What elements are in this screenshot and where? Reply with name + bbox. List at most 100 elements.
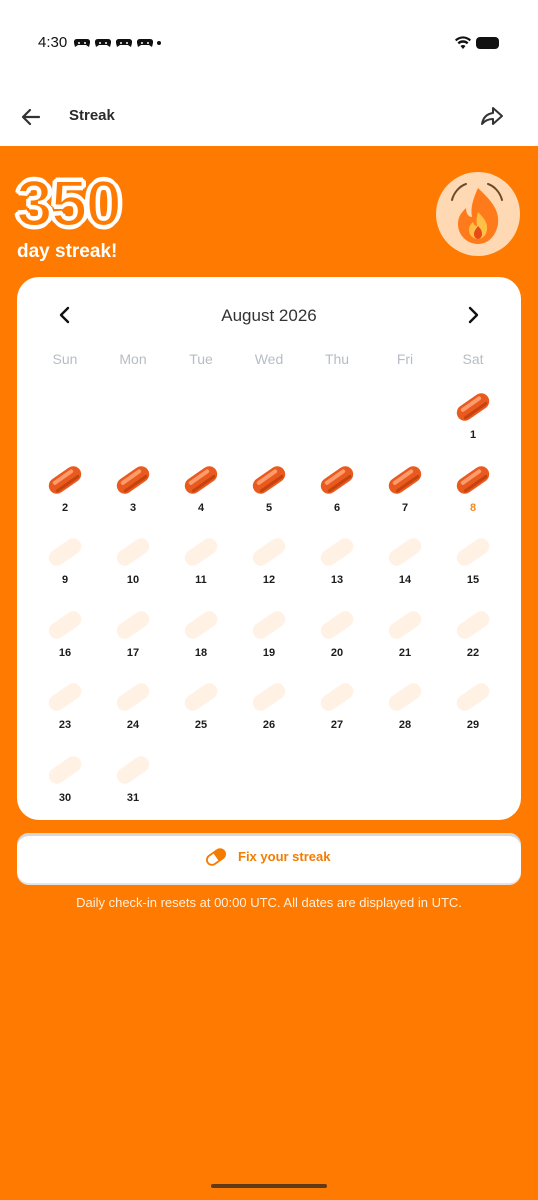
pill-empty-icon xyxy=(184,611,218,639)
calendar-day[interactable]: 23 xyxy=(33,677,97,741)
calendar-day-number: 16 xyxy=(58,646,72,659)
pill-empty-icon xyxy=(48,683,82,712)
calendar-day[interactable]: 19 xyxy=(237,605,301,669)
pill-empty-icon xyxy=(456,683,490,712)
calendar-day[interactable]: 28 xyxy=(373,677,437,741)
calendar-day-number: 23 xyxy=(58,719,72,732)
calendar-day-number: 13 xyxy=(330,574,344,587)
calendar-day-number: 28 xyxy=(398,719,412,732)
calendar-day-number: 6 xyxy=(333,501,341,514)
calendar-day[interactable]: 21 xyxy=(373,605,437,669)
calendar-day[interactable]: 24 xyxy=(101,677,165,741)
calendar-day-number: 15 xyxy=(466,574,480,587)
calendar-day-number: 11 xyxy=(195,574,207,587)
pill-empty-icon xyxy=(48,756,82,784)
chevron-right-icon[interactable] xyxy=(461,303,485,327)
weekday-label: Tue xyxy=(189,351,213,367)
calendar-day[interactable]: 29 xyxy=(441,677,505,741)
calendar-day[interactable]: 25 xyxy=(169,677,233,741)
fix-streak-label: Fix your streak xyxy=(238,849,331,864)
pill-empty-icon xyxy=(48,611,82,639)
pill-empty-icon xyxy=(388,683,422,712)
weekday-header-row: Sun Mon Tue Wed Thu Fri Sat xyxy=(17,351,521,371)
pill-checked-icon xyxy=(48,465,82,494)
calendar-day[interactable]: 13 xyxy=(305,532,369,596)
streak-label: day streak! xyxy=(17,241,118,262)
calendar-day[interactable]: 14 xyxy=(373,532,437,596)
pill-checked-icon xyxy=(252,465,286,494)
calendar-day[interactable]: 10 xyxy=(101,532,165,596)
calendar-day[interactable]: 8 xyxy=(441,460,505,524)
weekday-label: Wed xyxy=(254,351,284,367)
pill-empty-icon xyxy=(116,756,150,784)
calendar-day-number: 21 xyxy=(398,646,412,659)
weekday-label: Mon xyxy=(119,351,147,367)
calendar-day[interactable]: 26 xyxy=(237,677,301,741)
calendar-day-number: 9 xyxy=(61,574,69,587)
calendar-day[interactable]: 1 xyxy=(441,387,505,451)
home-indicator[interactable] xyxy=(211,1184,327,1188)
calendar-day[interactable]: 31 xyxy=(101,750,165,814)
calendar-day-number: 2 xyxy=(61,501,69,514)
game-icon xyxy=(137,38,153,47)
calendar-day-number: 8 xyxy=(469,501,477,514)
calendar-day[interactable]: 7 xyxy=(373,460,437,524)
calendar-day[interactable]: 6 xyxy=(305,460,369,524)
utc-footnote: Daily check-in resets at 00:00 UTC. All … xyxy=(76,895,462,910)
pill-empty-icon xyxy=(320,538,354,566)
notification-icons xyxy=(74,37,153,49)
calendar-day-number: 25 xyxy=(194,719,208,732)
weekday-label: Sat xyxy=(462,351,484,367)
pill-checked-icon xyxy=(320,465,354,494)
calendar-day[interactable]: 2 xyxy=(33,460,97,524)
pill-empty-icon xyxy=(252,538,286,566)
calendar-day[interactable]: 4 xyxy=(169,460,233,524)
calendar-day[interactable]: 20 xyxy=(305,605,369,669)
fix-streak-button[interactable]: Fix your streak xyxy=(17,833,521,883)
calendar-day-number: 24 xyxy=(126,719,140,732)
pill-empty-icon xyxy=(184,683,218,712)
calendar-day-number: 7 xyxy=(401,501,409,514)
calendar-day-number: 20 xyxy=(330,646,344,659)
pill-empty-icon xyxy=(116,683,150,712)
calendar-day[interactable]: 15 xyxy=(441,532,505,596)
calendar-month-label: August 2026 xyxy=(221,306,317,325)
pill-empty-icon xyxy=(456,611,490,639)
calendar-day-number: 31 xyxy=(126,792,140,804)
more-notifications-dot-icon xyxy=(157,41,161,45)
pill-empty-icon xyxy=(116,538,150,566)
share-icon[interactable] xyxy=(478,103,506,131)
calendar-day[interactable]: 27 xyxy=(305,677,369,741)
calendar-card: August 2026 Sun Mon Tue Wed Thu Fri Sat … xyxy=(17,277,521,820)
page-title: Streak xyxy=(69,107,115,124)
calendar-day-number: 12 xyxy=(262,574,276,587)
calendar-day-number: 1 xyxy=(469,429,477,441)
calendar-day[interactable]: 30 xyxy=(33,750,97,814)
calendar-day[interactable]: 3 xyxy=(101,460,165,524)
app-header: Streak xyxy=(0,86,538,146)
weekday-label: Fri xyxy=(396,351,414,367)
calendar-day[interactable]: 18 xyxy=(169,605,233,669)
weekday-label: Thu xyxy=(324,351,350,367)
calendar-day[interactable]: 9 xyxy=(33,532,97,596)
pill-empty-icon xyxy=(456,538,490,566)
calendar-day-number: 19 xyxy=(262,646,276,659)
wifi-icon xyxy=(455,36,471,49)
calendar-day-number: 3 xyxy=(129,501,137,514)
pill-checked-icon xyxy=(456,393,490,421)
pill-empty-icon xyxy=(388,611,422,639)
calendar-day-number: 22 xyxy=(466,646,480,659)
calendar-day[interactable]: 5 xyxy=(237,460,301,524)
calendar-day[interactable]: 11 xyxy=(169,532,233,596)
pill-empty-icon xyxy=(184,538,218,566)
pill-empty-icon xyxy=(252,683,286,712)
status-time: 4:30 xyxy=(38,34,68,51)
back-arrow-icon[interactable] xyxy=(18,104,44,130)
streak-count: 350 xyxy=(14,165,123,242)
calendar-day-number: 30 xyxy=(58,792,72,804)
calendar-day[interactable]: 22 xyxy=(441,605,505,669)
calendar-day[interactable]: 16 xyxy=(33,605,97,669)
calendar-day[interactable]: 17 xyxy=(101,605,165,669)
calendar-day[interactable]: 12 xyxy=(237,532,301,596)
weekday-label: Sun xyxy=(52,351,78,367)
